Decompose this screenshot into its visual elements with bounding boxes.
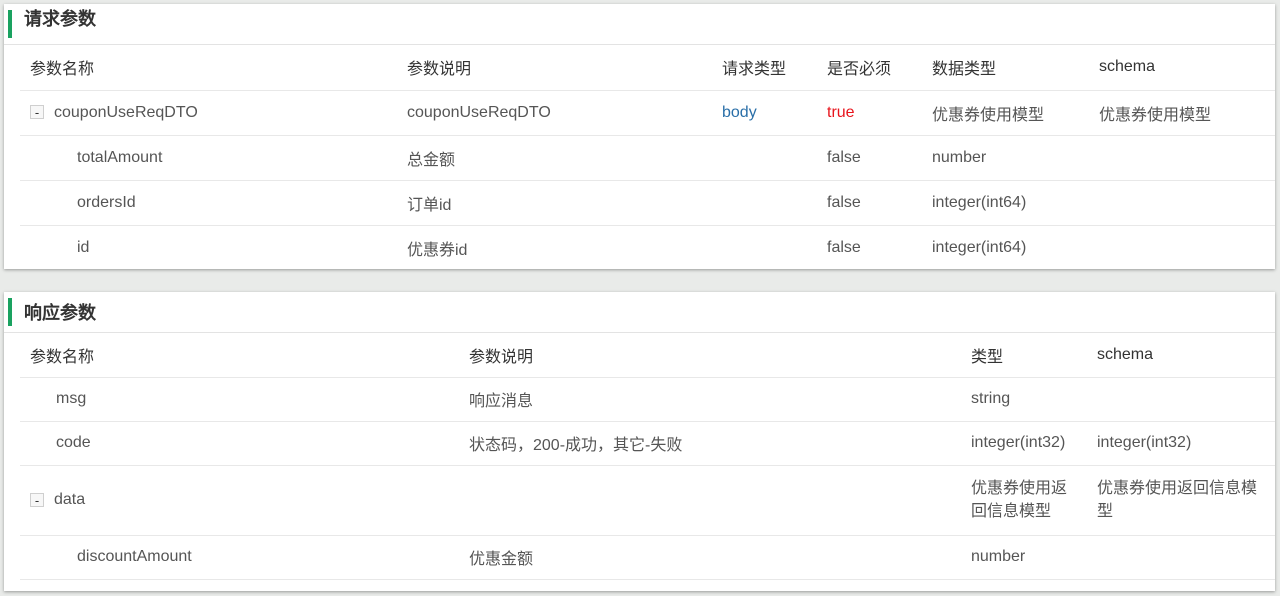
param-schema <box>1087 377 1275 422</box>
param-in <box>712 135 817 181</box>
table-row: discountAmount 优惠金额 number <box>20 535 1275 580</box>
param-desc <box>459 465 961 536</box>
request-section-title: 请求参数 <box>24 9 96 29</box>
param-schema: integer(int32) <box>1087 421 1275 466</box>
col-header-schema: schema <box>1089 45 1275 91</box>
param-in: body <box>712 90 817 136</box>
table-row: msg 响应消息 string <box>20 377 1275 422</box>
param-name-cell: - couponUseReqDTO <box>20 90 397 136</box>
param-schema: 优惠券使用返回信息模型 <box>1087 465 1275 536</box>
collapse-toggle-button[interactable]: - <box>30 105 44 120</box>
collapse-toggle-button[interactable]: - <box>30 492 44 507</box>
param-name: discountAmount <box>20 535 459 580</box>
col-header-name: 参数名称 <box>20 333 459 378</box>
param-name: data <box>54 491 86 508</box>
param-name: totalAmount <box>20 135 397 181</box>
table-row: - data 优惠券使用返回信息模型 优惠券使用返回信息模型 <box>20 465 1275 536</box>
param-name: msg <box>20 377 459 422</box>
response-params-table: 参数名称 参数说明 类型 schema msg 响应消息 string code… <box>20 333 1275 580</box>
param-desc: 响应消息 <box>459 377 961 422</box>
param-desc: 状态码，200-成功，其它-失败 <box>459 421 961 466</box>
param-name-cell: - data <box>20 465 459 536</box>
param-in <box>712 225 817 269</box>
response-params-panel: 响应参数 参数名称 参数说明 类型 schema msg 响应消息 string… <box>4 292 1275 591</box>
param-required: false <box>817 180 922 226</box>
response-section-header: 响应参数 <box>4 292 1275 333</box>
param-schema <box>1089 180 1275 226</box>
param-desc: couponUseReqDTO <box>397 90 712 136</box>
param-name: id <box>20 225 397 269</box>
param-desc: 优惠金额 <box>459 535 961 580</box>
param-type: integer(int32) <box>961 421 1087 466</box>
col-header-desc: 参数说明 <box>397 45 712 91</box>
col-header-name: 参数名称 <box>20 45 397 91</box>
param-type: string <box>961 377 1087 422</box>
col-header-in: 请求类型 <box>712 45 817 91</box>
param-required: true <box>817 90 922 136</box>
request-params-panel: 请求参数 参数名称 参数说明 请求类型 是否必须 数据类型 schema - co… <box>4 4 1275 269</box>
param-name: code <box>20 421 459 466</box>
param-required: false <box>817 225 922 269</box>
table-row: ordersId 订单id false integer(int64) <box>20 180 1275 226</box>
param-type: number <box>961 535 1087 580</box>
param-required: false <box>817 135 922 181</box>
table-header-row: 参数名称 参数说明 请求类型 是否必须 数据类型 schema <box>20 45 1275 91</box>
param-schema: 优惠券使用模型 <box>1089 90 1275 136</box>
param-type: number <box>922 135 1089 181</box>
param-desc: 总金额 <box>397 135 712 181</box>
col-header-required: 是否必须 <box>817 45 922 91</box>
param-type: integer(int64) <box>922 180 1089 226</box>
table-row: totalAmount 总金额 false number <box>20 135 1275 181</box>
table-row: - couponUseReqDTO couponUseReqDTO body tr… <box>20 90 1275 136</box>
table-header-row: 参数名称 参数说明 类型 schema <box>20 333 1275 378</box>
param-type: integer(int64) <box>922 225 1089 269</box>
section-accent-bar <box>8 10 12 38</box>
param-name: ordersId <box>20 180 397 226</box>
param-schema <box>1089 225 1275 269</box>
param-type: 优惠券使用返回信息模型 <box>961 465 1087 536</box>
col-header-desc: 参数说明 <box>459 333 961 378</box>
table-row: id 优惠券id false integer(int64) <box>20 225 1275 269</box>
param-schema <box>1089 135 1275 181</box>
request-params-table: 参数名称 参数说明 请求类型 是否必须 数据类型 schema - couponU… <box>20 45 1275 269</box>
param-desc: 优惠券id <box>397 225 712 269</box>
param-type: 优惠券使用模型 <box>922 90 1089 136</box>
param-desc: 订单id <box>397 180 712 226</box>
response-section-title: 响应参数 <box>24 303 96 323</box>
col-header-schema: schema <box>1087 333 1275 378</box>
param-schema <box>1087 535 1275 580</box>
param-in <box>712 180 817 226</box>
param-name: couponUseReqDTO <box>54 103 198 121</box>
col-header-type: 类型 <box>961 333 1087 378</box>
section-accent-bar <box>8 298 12 326</box>
col-header-type: 数据类型 <box>922 45 1089 91</box>
table-row: code 状态码，200-成功，其它-失败 integer(int32) int… <box>20 421 1275 466</box>
request-section-header: 请求参数 <box>4 4 1275 45</box>
